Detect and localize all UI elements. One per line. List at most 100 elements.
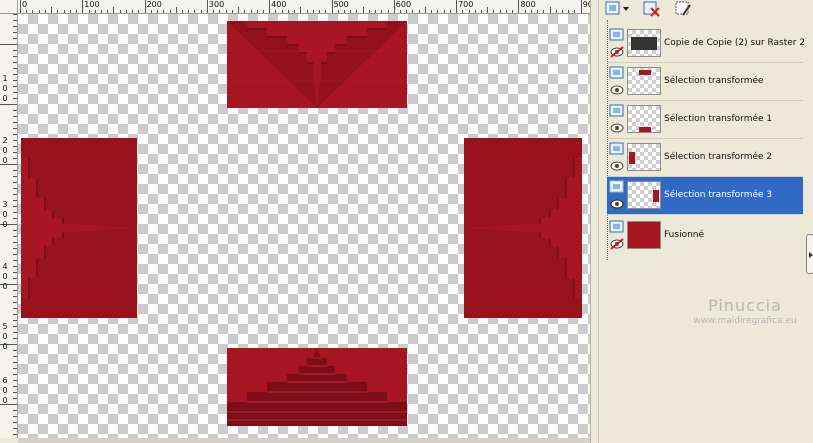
canvas-shape-top	[227, 21, 407, 108]
ruler-tick	[281, 10, 283, 13]
ruler-tick	[13, 422, 17, 423]
canvas-panel-divider[interactable]	[590, 0, 598, 443]
ruler-tick	[13, 26, 17, 27]
layer-name: Fusionné	[664, 230, 705, 240]
ruler-tick	[194, 10, 196, 13]
ruler-tick	[13, 272, 17, 273]
ruler-tick	[512, 10, 514, 13]
layer-row-selection-transformee[interactable]: Sélection transformée	[607, 63, 803, 101]
ruler-tick	[331, 0, 333, 13]
ruler-label: 300	[208, 0, 225, 9]
ruler-tick	[13, 398, 17, 399]
layer-row-fusionne[interactable]: Fusionné	[607, 217, 803, 255]
delete-layer-icon[interactable]	[643, 1, 661, 17]
ruler-tick	[474, 10, 476, 13]
ruler-tick	[437, 10, 439, 13]
ruler-tick	[238, 7, 240, 13]
vertical-ruler: 100200300400500600	[0, 14, 18, 438]
ruler-tick	[13, 428, 17, 429]
ruler-label: 0	[22, 0, 28, 9]
palette-expand-handle[interactable]	[806, 234, 813, 274]
layer-thumbnail	[627, 221, 661, 249]
ruler-tick	[188, 10, 190, 13]
layer-row-selection-transformee-1[interactable]: Sélection transformée 1	[607, 101, 803, 139]
ruler-tick	[13, 182, 17, 183]
ruler-tick	[13, 374, 17, 375]
ruler-tick	[13, 212, 17, 213]
visibility-on-icon[interactable]	[609, 122, 625, 134]
ruler-tick	[213, 10, 215, 13]
ruler-tick	[119, 10, 121, 13]
visibility-on-icon[interactable]	[609, 84, 625, 96]
ruler-tick	[219, 10, 221, 13]
ruler-tick	[13, 86, 17, 87]
ruler-tick	[51, 7, 53, 13]
ruler-tick	[244, 10, 246, 13]
layer-name: Sélection transformée 3	[664, 190, 773, 200]
ruler-tick	[13, 326, 17, 327]
ruler-tick	[337, 10, 339, 13]
ruler-tick	[13, 206, 17, 207]
ruler-tick	[20, 0, 21, 13]
new-layer-dropdown-icon[interactable]	[605, 1, 631, 17]
ruler-tick	[462, 10, 464, 13]
ruler-tick	[206, 0, 208, 13]
visibility-off-icon[interactable]	[609, 46, 625, 58]
layer-row-copie[interactable]: Copie de Copie (2) sur Raster 2	[607, 25, 805, 63]
ruler-tick	[13, 38, 17, 39]
mask-layer-icon[interactable]	[675, 1, 693, 17]
ruler-label: 900	[582, 0, 590, 9]
ruler-tick	[181, 10, 183, 13]
ruler-tick	[325, 10, 327, 13]
layer-row-selection-transformee-2[interactable]: Sélection transformée 2	[607, 139, 803, 177]
layers-toolbar	[599, 0, 813, 20]
ruler-label: 0	[2, 210, 8, 219]
ruler-tick	[13, 200, 17, 201]
layer-name: Sélection transformée 1	[664, 114, 773, 124]
ruler-tick	[13, 392, 17, 393]
ruler-label: 0	[2, 272, 8, 281]
ruler-tick	[32, 10, 34, 13]
ruler-label: 2	[2, 136, 8, 145]
ruler-tick	[175, 7, 177, 13]
watermark: Pinuccia www.maidiregrafica.eu	[677, 296, 813, 326]
ruler-tick	[312, 10, 314, 13]
ruler-tick	[350, 10, 352, 13]
ruler-tick	[487, 7, 489, 13]
ruler-tick	[150, 10, 152, 13]
raster-layer-icon	[609, 66, 624, 79]
ruler-tick	[13, 116, 17, 117]
image-canvas[interactable]	[18, 14, 590, 438]
ruler-tick	[169, 10, 171, 13]
ruler-tick	[13, 152, 17, 153]
ruler-tick	[13, 176, 17, 177]
ruler-tick	[200, 10, 202, 13]
ruler-tick	[157, 10, 159, 13]
ruler-tick	[431, 10, 433, 13]
ruler-tick	[13, 434, 17, 435]
ruler-tick	[493, 10, 495, 13]
ruler-tick	[44, 10, 46, 13]
ruler-tick	[13, 32, 17, 33]
ruler-tick	[499, 10, 501, 13]
ruler-tick	[13, 332, 17, 333]
layer-row-selection-transformee-3[interactable]: Sélection transformée 3	[607, 177, 803, 215]
ruler-tick	[13, 380, 17, 381]
canvas-shape-left	[21, 138, 137, 318]
layer-thumbnail	[627, 143, 661, 171]
ruler-label: 100	[84, 0, 100, 9]
ruler-tick	[387, 10, 389, 13]
ruler-tick	[0, 104, 17, 105]
ruler-tick	[132, 10, 134, 13]
ruler-tick	[13, 290, 17, 291]
ruler-tick	[13, 260, 17, 261]
visibility-on-icon[interactable]	[609, 198, 625, 210]
ruler-tick	[449, 10, 451, 13]
visibility-on-icon[interactable]	[609, 160, 625, 172]
ruler-tick	[568, 10, 570, 13]
ruler-label: 0	[2, 84, 8, 93]
ruler-tick	[381, 10, 383, 13]
ruler-tick	[269, 0, 271, 13]
visibility-off-icon[interactable]	[609, 238, 625, 250]
ruler-tick	[356, 10, 358, 13]
